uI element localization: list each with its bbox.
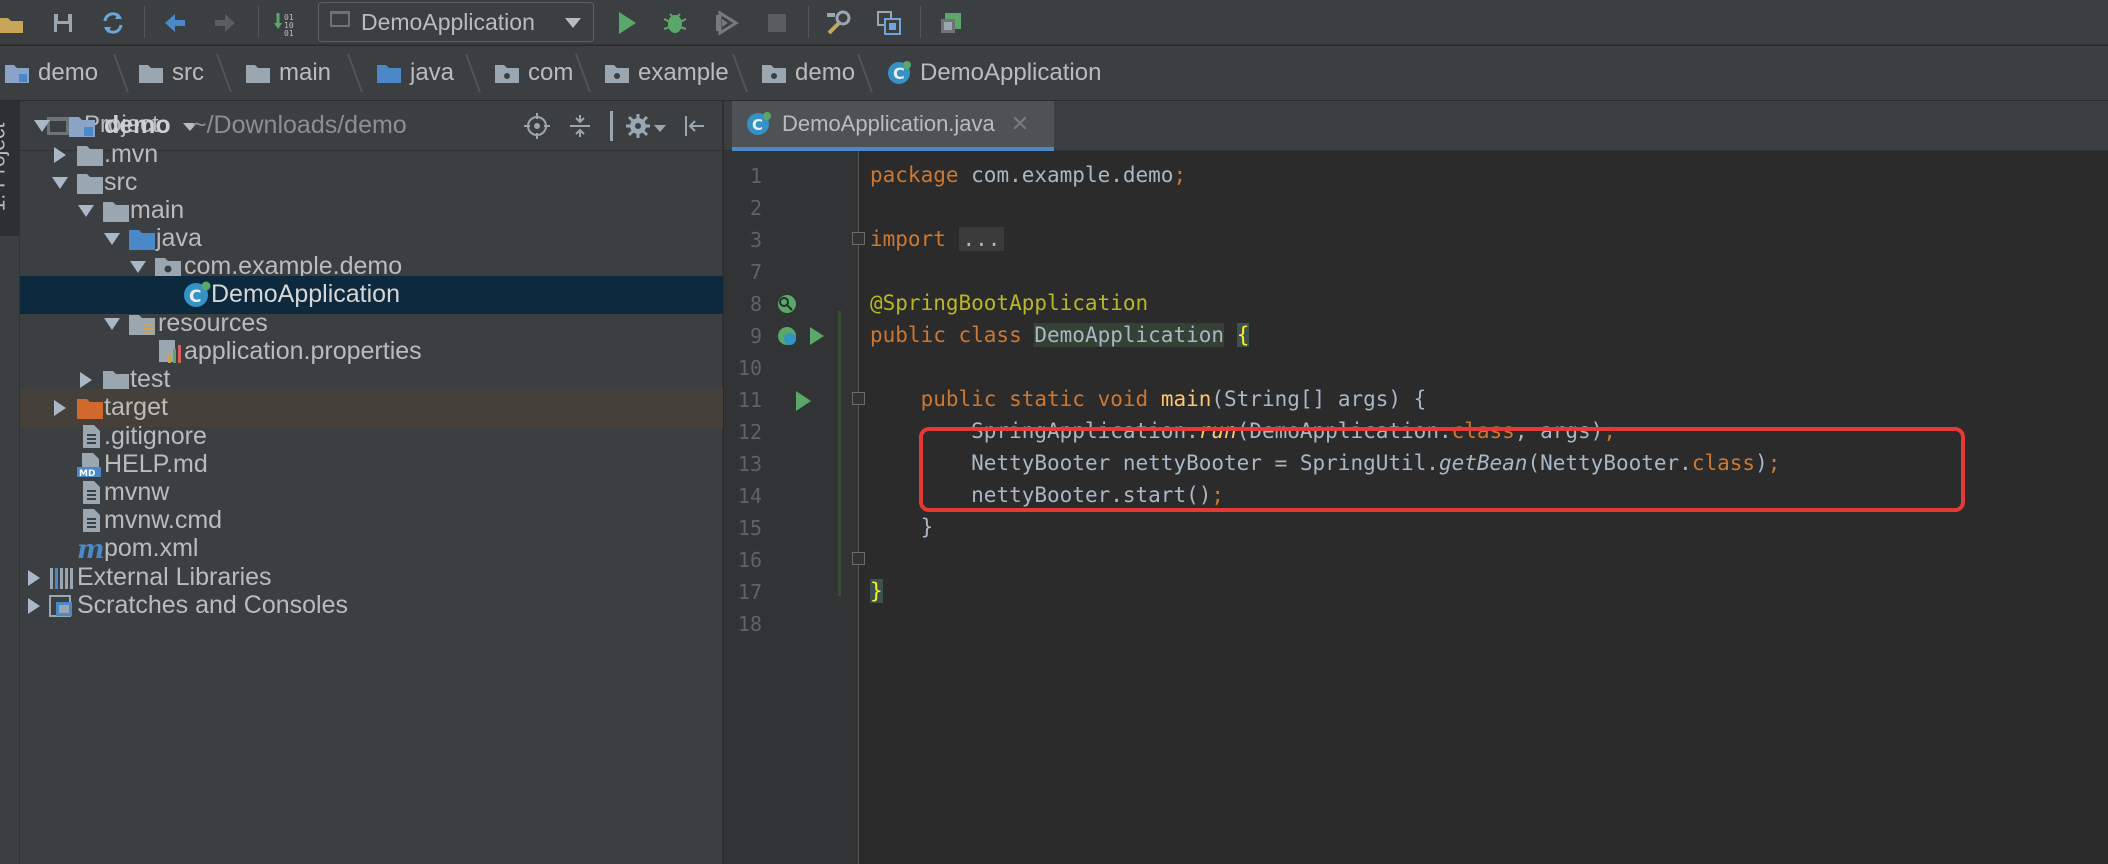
app-config-icon xyxy=(329,9,353,36)
line-number: 17 xyxy=(737,580,762,604)
collapse-arrow-icon[interactable] xyxy=(54,400,66,416)
svg-text:C: C xyxy=(752,116,763,134)
line-number: 14 xyxy=(737,484,762,508)
breadcrumb-item-demo[interactable]: demo xyxy=(0,46,118,101)
spring-class-icon: C xyxy=(746,111,772,137)
breadcrumb-item-demoapplication[interactable]: C DemoApplication xyxy=(862,46,1113,101)
package-icon xyxy=(761,62,787,84)
code-line[interactable]: import ... xyxy=(870,227,1005,251)
tab-demoapplication-java[interactable]: C DemoApplication.java ✕ xyxy=(732,101,1054,151)
expand-arrow-icon[interactable] xyxy=(34,120,50,132)
back-icon[interactable] xyxy=(156,4,194,42)
line-number: 8 xyxy=(749,292,762,316)
run-icon[interactable] xyxy=(607,4,645,42)
stop-icon[interactable] xyxy=(758,4,796,42)
breadcrumb-item-demo-package[interactable]: demo xyxy=(737,46,862,101)
run-gutter-icon[interactable] xyxy=(810,327,824,345)
project-tool-tab[interactable]: 1: Project xyxy=(0,101,20,236)
code-line[interactable]: } xyxy=(870,579,883,603)
package-icon xyxy=(604,62,630,84)
project-tool-tab-label: 1: Project xyxy=(0,122,10,212)
fold-icon[interactable] xyxy=(852,232,865,245)
expand-arrow-icon[interactable] xyxy=(104,233,120,245)
save-icon[interactable] xyxy=(44,4,82,42)
line-number: 2 xyxy=(749,196,762,220)
collapse-arrow-icon[interactable] xyxy=(28,570,40,586)
line-number: 9 xyxy=(749,324,762,348)
tab-label: DemoApplication.java xyxy=(782,111,995,136)
fold-icon[interactable] xyxy=(852,392,865,405)
expand-arrow-icon[interactable] xyxy=(130,261,146,273)
vcs-change-marker xyxy=(838,311,841,596)
coverage-icon[interactable] xyxy=(707,4,745,42)
source-folder-icon xyxy=(376,62,402,84)
chevron-down-icon xyxy=(565,18,581,28)
line-number: 13 xyxy=(737,452,762,476)
spring-class-icon: C xyxy=(886,60,912,86)
build-icon[interactable]: 01 10 01 xyxy=(268,4,306,42)
main-toolbar: 01 10 01 DemoApplication xyxy=(0,0,2108,45)
project-structure-icon[interactable] xyxy=(820,4,858,42)
svg-text:C: C xyxy=(893,64,905,83)
package-icon xyxy=(494,62,520,84)
sync-gradle-icon[interactable] xyxy=(932,4,970,42)
folder-icon xyxy=(245,62,271,84)
line-number: 1 xyxy=(749,164,762,188)
breadcrumb-item-src[interactable]: src xyxy=(118,46,221,101)
breadcrumb-item-java[interactable]: java xyxy=(352,46,470,101)
run-configuration-select[interactable]: DemoApplication xyxy=(318,2,594,42)
expand-arrow-icon[interactable] xyxy=(104,318,120,330)
expand-arrow-icon[interactable] xyxy=(52,177,68,189)
debug-icon[interactable] xyxy=(656,4,694,42)
expand-arrow-icon[interactable] xyxy=(78,205,94,217)
line-number: 3 xyxy=(749,228,762,252)
code-line[interactable]: @SpringBootApplication xyxy=(870,291,1148,315)
fold-icon[interactable] xyxy=(852,552,865,565)
line-number: 15 xyxy=(737,516,762,540)
line-number: 11 xyxy=(737,388,762,412)
spring-bean-icon[interactable] xyxy=(776,325,798,352)
collapse-arrow-icon[interactable] xyxy=(80,372,92,388)
folder-icon xyxy=(138,62,164,84)
line-number: 10 xyxy=(737,356,762,380)
open-folder-icon[interactable] xyxy=(0,4,30,42)
line-number: 18 xyxy=(737,612,762,636)
svg-text:01: 01 xyxy=(284,29,294,37)
code-line[interactable]: } xyxy=(870,515,934,539)
run-config-label: DemoApplication xyxy=(361,8,535,35)
svg-text:C: C xyxy=(189,287,201,307)
breadcrumb: demo src main java com example demo C De… xyxy=(0,46,2108,101)
line-number: 7 xyxy=(749,260,762,284)
sdk-icon[interactable] xyxy=(870,4,908,42)
project-panel: Project demo ~/Downloads/demo .mvn src m… xyxy=(20,101,723,864)
spring-class-icon: C xyxy=(182,280,211,307)
breadcrumb-item-example[interactable]: example xyxy=(580,46,737,101)
run-gutter-icon[interactable] xyxy=(796,391,811,411)
scratches-icon xyxy=(48,593,76,619)
code-line[interactable]: public static void main(String[] args) { xyxy=(870,387,1427,411)
code-line[interactable]: public class DemoApplication { xyxy=(870,323,1250,347)
collapse-arrow-icon[interactable] xyxy=(28,598,40,614)
collapse-arrow-icon[interactable] xyxy=(54,147,66,163)
breadcrumb-item-com[interactable]: com xyxy=(470,46,580,101)
line-number: 16 xyxy=(737,548,762,572)
breadcrumb-item-main[interactable]: main xyxy=(221,46,352,101)
tree-item-scratches[interactable]: Scratches and Consoles xyxy=(20,587,723,625)
annotation-highlight-box xyxy=(919,427,1965,512)
forward-icon[interactable] xyxy=(206,4,244,42)
spring-bean-icon[interactable] xyxy=(776,293,798,320)
sync-icon[interactable] xyxy=(94,4,132,42)
line-number: 12 xyxy=(737,420,762,444)
close-icon[interactable]: ✕ xyxy=(1011,111,1029,137)
module-folder-icon xyxy=(4,62,30,84)
folded-imports[interactable]: ... xyxy=(958,227,1005,251)
code-line[interactable]: package com.example.demo; xyxy=(870,163,1186,187)
editor-tab-bar: C DemoApplication.java ✕ xyxy=(724,101,2108,151)
